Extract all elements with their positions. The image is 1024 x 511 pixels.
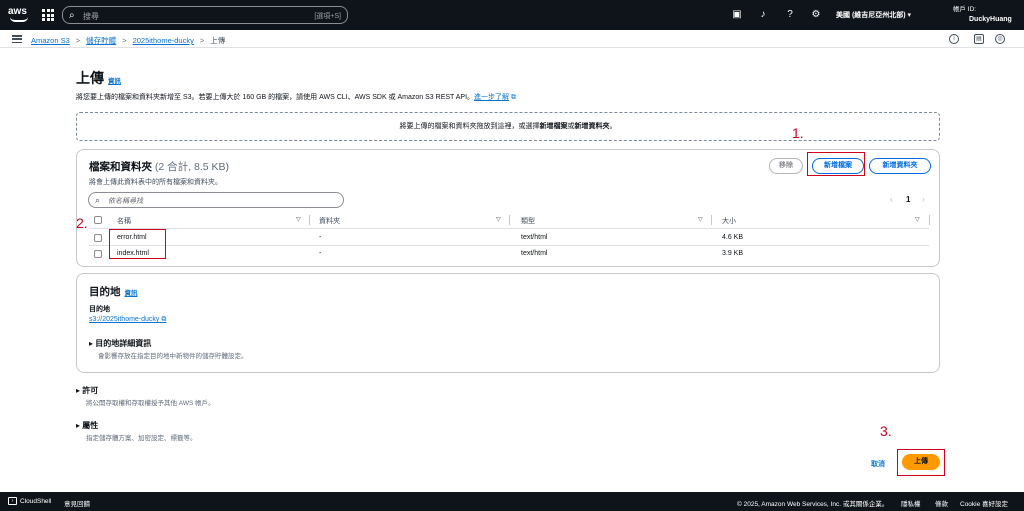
cloudshell-link[interactable]: CloudShell xyxy=(20,498,51,505)
aws-logo[interactable]: aws xyxy=(8,6,32,24)
annotation-box-file-names xyxy=(109,229,166,259)
learn-more-link[interactable]: 進一步了解 xyxy=(474,94,509,101)
gear-icon[interactable]: ⚙ xyxy=(809,8,823,22)
permissions-expander[interactable]: ▸ 許可 xyxy=(76,385,98,396)
properties-expander[interactable]: ▸ 屬性 xyxy=(76,420,98,431)
annotation-step-1: 1. xyxy=(792,125,804,141)
page-number[interactable]: 1 xyxy=(906,195,910,204)
file-folder: - xyxy=(319,250,322,257)
cancel-button[interactable]: 取消 xyxy=(871,459,885,469)
privacy-link[interactable]: 隱私權 xyxy=(901,498,921,508)
search-shortcut-hint: [選項+S] xyxy=(314,13,341,20)
breadcrumb-amazon-s3[interactable]: Amazon S3 xyxy=(31,36,70,45)
copyright-text: © 2025, Amazon Web Services, Inc. 或其關係企業… xyxy=(737,501,889,508)
notifications-panel-icon[interactable]: ▤ xyxy=(974,34,984,44)
search-icon: ⌕ xyxy=(69,10,75,21)
page-description: 將您要上傳的檔案和資料夾新增至 S3。若要上傳大於 160 GB 的檔案，請使用… xyxy=(76,94,516,101)
breadcrumb-buckets[interactable]: 儲存貯體 xyxy=(86,36,116,45)
global-search-input[interactable]: ⌕ 搜尋 [選項+S] xyxy=(62,6,348,24)
destination-title: 目的地 資訊 xyxy=(89,286,138,298)
select-all-checkbox[interactable] xyxy=(94,216,102,224)
previous-page-icon[interactable]: ‹ xyxy=(890,195,893,204)
info-link[interactable]: 資訊 xyxy=(125,290,138,297)
terms-link[interactable]: 條款 xyxy=(935,498,948,508)
account-id: 帳戶 ID: xyxy=(953,6,977,13)
row-checkbox[interactable] xyxy=(94,250,102,258)
remove-button[interactable]: 移除 xyxy=(769,158,803,174)
file-type: text/html xyxy=(521,234,548,241)
page-title: 上傳 資訊 xyxy=(76,70,121,86)
cloudshell-icon[interactable]: ▣ xyxy=(730,8,744,22)
cloudshell-icon[interactable]: › xyxy=(8,497,17,505)
permissions-description: 將公開存取權和存取權授予其他 AWS 帳戶。 xyxy=(86,400,215,407)
annotation-box-upload xyxy=(897,449,945,476)
destination-link[interactable]: s3://2025ithome-ducky ⧉ xyxy=(89,316,166,324)
add-folder-button[interactable]: 新增資料夾 xyxy=(869,158,931,174)
destination-label: 目的地 xyxy=(89,306,110,313)
drop-zone[interactable]: 將要上傳的檔案和資料夾拖放到這裡，或選擇新增檔案或新增資料夾。 xyxy=(76,112,940,141)
file-size: 3.9 KB xyxy=(722,250,744,257)
properties-description: 指定儲存體方案、加密設定、標籤等。 xyxy=(86,435,197,442)
region-selector[interactable]: 美國 (維吉尼亞州北部) ▾ xyxy=(836,10,911,20)
row-checkbox[interactable] xyxy=(94,234,102,242)
breadcrumb-bar: Amazon S3 > 儲存貯體 >2025ithome-ducky > 上傳 i ▤ ◎ xyxy=(0,30,1024,48)
column-header-folder[interactable]: 資料夾 xyxy=(319,216,340,226)
search-icon: ⌕ xyxy=(95,195,101,205)
file-size: 4.6 KB xyxy=(722,234,744,241)
top-navigation-bar: aws ⌕ 搜尋 [選項+S] ▣ ♪ ? ⚙ 美國 (維吉尼亞州北部) ▾ 帳… xyxy=(0,0,1024,30)
files-panel-subtitle: 將會上傳此資料表中的所有檔案和資料夾。 xyxy=(89,179,222,186)
external-link-icon: ⧉ xyxy=(510,94,516,101)
footer-bar: › CloudShell 意見回饋 © 2025, Amazon Web Ser… xyxy=(0,492,1024,511)
breadcrumb: Amazon S3 > 儲存貯體 >2025ithome-ducky > 上傳 xyxy=(31,36,226,45)
next-page-icon[interactable]: › xyxy=(922,195,925,204)
search-placeholder: 搜尋 xyxy=(83,12,99,21)
destination-details-description: 會影響存放在指定目的地中新物件的儲存貯體設定。 xyxy=(98,353,248,360)
info-link[interactable]: 資訊 xyxy=(108,78,121,85)
file-folder: - xyxy=(319,234,322,241)
column-header-name[interactable]: 名稱 xyxy=(117,216,131,226)
column-header-type[interactable]: 類型 xyxy=(521,216,535,226)
column-header-size[interactable]: 大小 xyxy=(722,216,736,226)
annotation-step-2: 2. xyxy=(76,215,88,231)
file-type: text/html xyxy=(521,250,548,257)
services-menu-icon[interactable] xyxy=(42,9,54,21)
breadcrumb-bucket-name[interactable]: 2025ithome-ducky xyxy=(133,36,194,45)
account-menu[interactable]: DuckyHuang xyxy=(969,16,1012,23)
destination-panel: 目的地 資訊 目的地 s3://2025ithome-ducky ⧉ ▸ 目的地詳… xyxy=(76,273,940,373)
breadcrumb-current: 上傳 xyxy=(210,36,226,45)
destination-details-expander[interactable]: ▸ 目的地詳細資訊 xyxy=(89,338,151,349)
info-panel-icon[interactable]: i xyxy=(949,34,959,44)
bell-icon[interactable]: ♪ xyxy=(756,8,770,22)
sort-caret-icon[interactable]: ▽ xyxy=(496,216,501,223)
files-panel-title: 檔案和資料夾 (2 合計, 8.5 KB) xyxy=(89,161,230,173)
settings-panel-icon[interactable]: ◎ xyxy=(995,34,1005,44)
find-by-name-input[interactable]: ⌕ 依名稱尋找 xyxy=(88,192,344,208)
annotation-step-3: 3. xyxy=(880,423,892,439)
cookie-preferences-link[interactable]: Cookie 喜好設定 xyxy=(960,498,1008,508)
sort-caret-icon[interactable]: ▽ xyxy=(915,216,920,223)
sort-caret-icon[interactable]: ▽ xyxy=(296,216,301,223)
feedback-link[interactable]: 意見回饋 xyxy=(64,498,90,508)
annotation-box-add-files xyxy=(807,152,865,176)
external-link-icon: ⧉ xyxy=(161,316,167,323)
hamburger-menu-icon[interactable] xyxy=(12,35,22,44)
help-icon[interactable]: ? xyxy=(783,8,797,22)
sort-caret-icon[interactable]: ▽ xyxy=(698,216,703,223)
